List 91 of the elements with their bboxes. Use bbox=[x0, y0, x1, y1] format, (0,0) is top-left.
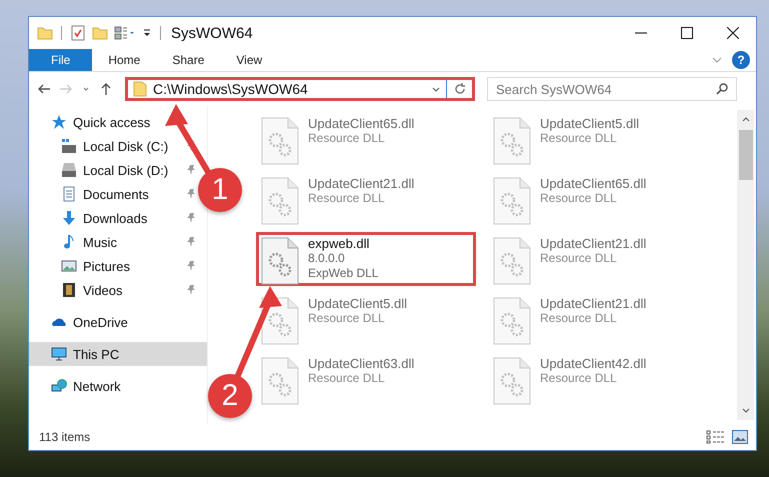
file-name: UpdateClient63.dll bbox=[308, 356, 414, 371]
pin-icon[interactable] bbox=[185, 188, 197, 200]
gear-file-icon bbox=[492, 296, 532, 346]
file-type: Resource DLL bbox=[308, 371, 386, 386]
download-arrow-icon bbox=[61, 210, 77, 226]
file-name: UpdateClient5.dll bbox=[308, 296, 408, 311]
file-item[interactable]: UpdateClient21.dll Resource DLL bbox=[256, 172, 476, 226]
gear-file-icon bbox=[492, 236, 532, 286]
file-name: UpdateClient5.dll bbox=[540, 116, 640, 131]
back-arrow-icon[interactable] bbox=[37, 82, 51, 96]
address-bar[interactable]: C:\Windows\SysWOW64 bbox=[125, 77, 475, 101]
gear-file-icon bbox=[260, 236, 300, 286]
sidebar-item[interactable]: Local Disk (D:) bbox=[83, 162, 168, 178]
ribbon-tab[interactable]: Home bbox=[92, 49, 156, 71]
monitor-icon bbox=[51, 346, 67, 362]
minimize-icon bbox=[635, 32, 647, 34]
gear-file-icon bbox=[492, 116, 532, 166]
gear-file-icon bbox=[260, 356, 300, 406]
details-view-icon[interactable] bbox=[706, 430, 726, 444]
network-globe-icon bbox=[51, 378, 67, 394]
scroll-up-icon[interactable] bbox=[742, 116, 750, 124]
sidebar-item[interactable]: This PC bbox=[29, 342, 207, 366]
sidebar-item[interactable]: Pictures bbox=[83, 258, 130, 274]
window-title: SysWOW64 bbox=[171, 24, 253, 42]
file-item[interactable]: UpdateClient21.dll Resource DLL bbox=[488, 232, 708, 286]
file-type: Resource DLL bbox=[308, 191, 386, 206]
file-item[interactable]: UpdateClient65.dll Resource DLL bbox=[488, 172, 708, 226]
file-type: Resource DLL bbox=[540, 131, 618, 146]
file-name: UpdateClient65.dll bbox=[308, 116, 414, 131]
file-item[interactable]: UpdateClient42.dll Resource DLL bbox=[488, 352, 708, 406]
file-item[interactable]: UpdateClient63.dll Resource DLL bbox=[256, 352, 476, 406]
close-icon bbox=[727, 27, 739, 39]
pin-icon[interactable] bbox=[185, 164, 197, 176]
file-type: Resource DLL bbox=[540, 371, 618, 386]
search-field[interactable]: Search SysWOW64 bbox=[487, 77, 737, 101]
ribbon-tab[interactable]: Share bbox=[156, 49, 220, 71]
file-name: expweb.dll bbox=[308, 236, 370, 251]
sidebar-item[interactable]: Documents bbox=[83, 186, 149, 202]
folder-icon bbox=[132, 81, 148, 97]
customize-toolbar-icon[interactable] bbox=[114, 25, 136, 41]
file-item[interactable]: expweb.dll 8.0.0.0 ExpWeb DLL bbox=[256, 232, 476, 286]
file-item[interactable]: UpdateClient21.dll Resource DLL bbox=[488, 292, 708, 346]
large-icons-view-icon[interactable] bbox=[732, 430, 748, 444]
sidebar-item[interactable]: OneDrive bbox=[29, 310, 207, 334]
file-name: UpdateClient21.dll bbox=[308, 176, 414, 191]
item-count: 113 items bbox=[39, 430, 90, 444]
scrollbar-thumb[interactable] bbox=[738, 130, 752, 180]
gear-file-icon bbox=[492, 356, 532, 406]
maximize-icon bbox=[681, 27, 693, 39]
scrollbar[interactable] bbox=[737, 110, 754, 420]
search-icon[interactable] bbox=[715, 82, 729, 96]
properties-icon[interactable] bbox=[70, 25, 86, 41]
file-name: UpdateClient21.dll bbox=[540, 236, 646, 251]
ribbon-tab[interactable]: View bbox=[220, 49, 278, 71]
sidebar-item[interactable]: Music bbox=[83, 234, 117, 250]
star-icon bbox=[51, 114, 67, 130]
file-item[interactable]: UpdateClient5.dll Resource DLL bbox=[488, 112, 708, 166]
scroll-down-icon[interactable] bbox=[742, 406, 750, 414]
gear-file-icon bbox=[260, 116, 300, 166]
file-version: 8.0.0.0 bbox=[308, 251, 346, 266]
pin-icon[interactable] bbox=[185, 284, 197, 296]
dropdown-caret-icon[interactable] bbox=[142, 28, 152, 38]
file-type: Resource DLL bbox=[540, 191, 618, 206]
file-type: Resource DLL bbox=[308, 131, 386, 146]
file-type: Resource DLL bbox=[540, 311, 618, 326]
help-button[interactable]: ? bbox=[732, 51, 750, 69]
sidebar-item[interactable]: Network bbox=[29, 374, 207, 398]
picture-icon bbox=[61, 258, 77, 274]
film-icon bbox=[61, 282, 77, 298]
document-icon bbox=[61, 186, 77, 202]
pin-icon[interactable] bbox=[185, 212, 197, 224]
gear-file-icon bbox=[260, 176, 300, 226]
file-type: Resource DLL bbox=[308, 311, 386, 326]
drive-icon bbox=[61, 138, 77, 154]
file-type: Resource DLL bbox=[540, 251, 618, 266]
file-item[interactable]: UpdateClient65.dll Resource DLL bbox=[256, 112, 476, 166]
drive-icon bbox=[61, 162, 77, 178]
expand-ribbon-icon[interactable] bbox=[712, 55, 722, 65]
file-type: ExpWeb DLL bbox=[308, 266, 378, 281]
sidebar-item[interactable]: Downloads bbox=[83, 210, 148, 226]
up-arrow-icon[interactable] bbox=[99, 82, 113, 96]
pin-icon[interactable] bbox=[185, 260, 197, 272]
file-name: UpdateClient42.dll bbox=[540, 356, 646, 371]
file-name: UpdateClient21.dll bbox=[540, 296, 646, 311]
sidebar-item[interactable]: Videos bbox=[83, 282, 123, 298]
sidebar-item[interactable]: Quick access bbox=[29, 110, 207, 134]
pin-icon[interactable] bbox=[185, 236, 197, 248]
ribbon-tab[interactable]: File bbox=[29, 49, 92, 71]
file-name: UpdateClient65.dll bbox=[540, 176, 646, 191]
gear-file-icon bbox=[492, 176, 532, 226]
sidebar-item[interactable]: Local Disk (C:) bbox=[83, 138, 168, 154]
